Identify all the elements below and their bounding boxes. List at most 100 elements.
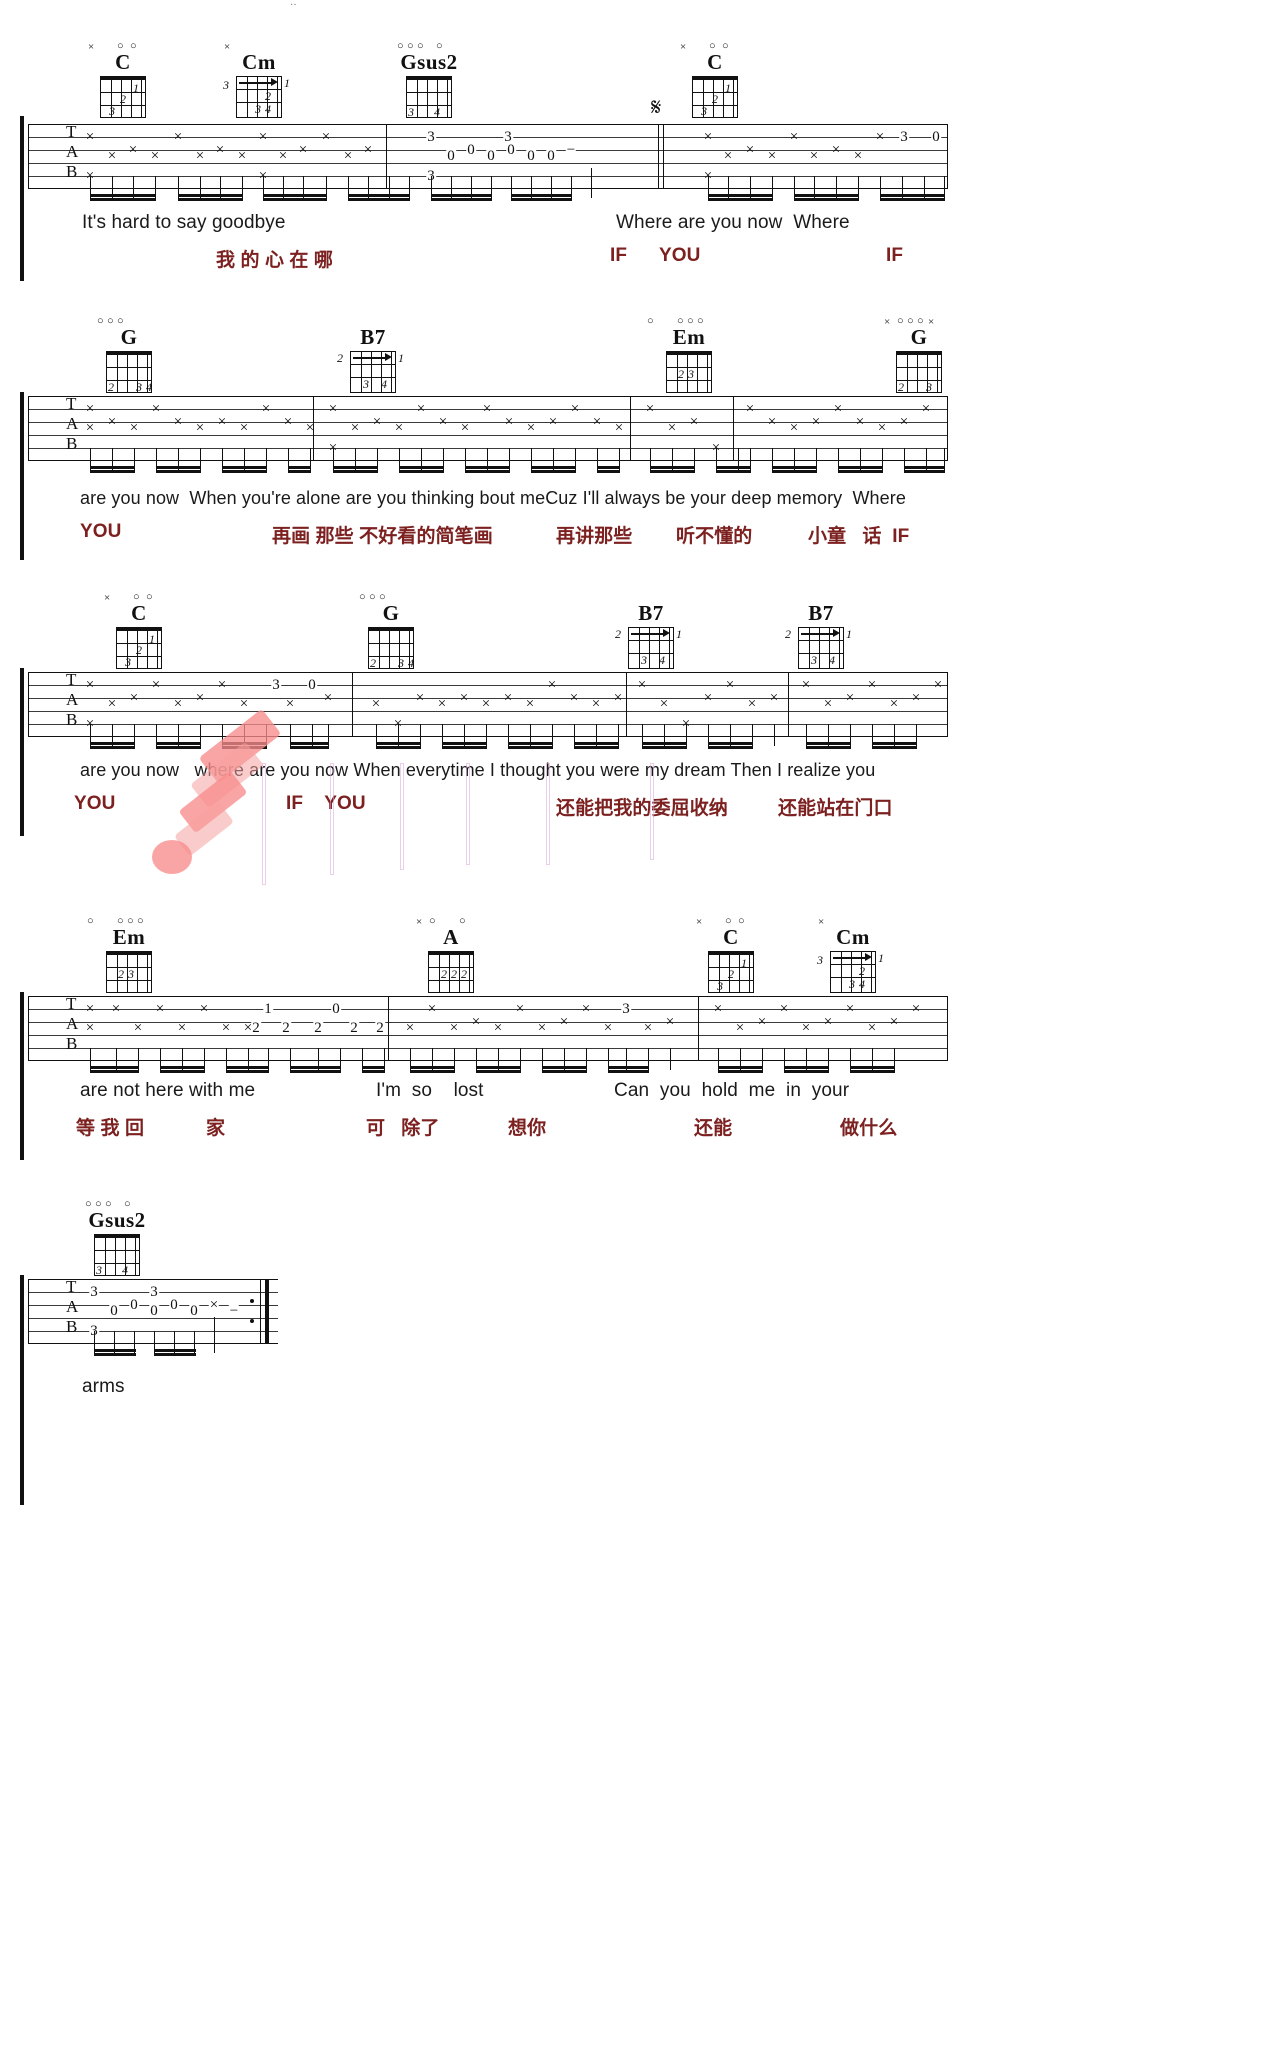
system-2: G ○ ○ ○ 2 3 4 B7 2 1 3 4 Em ○ ○ ○ ○ 2 3 … xyxy=(0,272,1280,572)
chord-open-marks: × xyxy=(224,41,231,53)
tab-staff-2: TAB × × × × × × × × × × × × × × × × × × … xyxy=(28,394,949,473)
chord-name: Em xyxy=(672,325,706,349)
segno-icon: 𝄋 xyxy=(651,95,662,121)
chord-grid: 1 2 3 xyxy=(116,627,162,669)
chord-open-marks: ○ ○ ○ xyxy=(359,591,386,603)
chord-grid: 2 1 3 4 xyxy=(337,351,404,393)
chord-diagram-gsus2-2: Gsus2 ○ ○ ○ ○ 3 4 xyxy=(85,1199,148,1276)
system-4: Em ○ ○ ○ ○ 2 3 A × ○ ○ 2 2 2 C × ○ ○ 1 2… xyxy=(0,872,1280,1192)
chord-open-marks: × ○ ○ ○ × xyxy=(884,315,935,328)
system-5: Gsus2 ○ ○ ○ ○ 3 4 TAB 3 0 0 3 0 0 0 × − … xyxy=(0,1180,1280,1505)
system-3: C × ○ ○ 1 2 3 G ○ ○ ○ 2 3 4 B7 2 1 3 4 B… xyxy=(0,548,1280,888)
chord-name: C xyxy=(723,925,739,949)
lyric-line-en: It's hard to say goodbye xyxy=(82,212,286,233)
chord-diagram-em-2: Em ○ ○ ○ ○ 2 3 xyxy=(87,916,160,993)
chord-name: G xyxy=(910,325,928,349)
chord-open-marks: × ○ ○ xyxy=(696,915,745,928)
chord-diagram-c: C × ○ ○ 1 2 3 xyxy=(88,41,154,118)
tab-clef: TAB xyxy=(66,394,79,453)
lyric-line-cn: 还能 xyxy=(694,1118,733,1139)
chord-diagram-b7: B7 2 1 3 4 xyxy=(337,325,404,393)
lyric-line-en: Can you hold me in your xyxy=(614,1080,850,1101)
tab-staff-3: TAB × × × × × × × × × 3 0 × × × × × × × … xyxy=(28,670,949,749)
chord-diagram-g-3: G ○ ○ ○ 2 3 4 xyxy=(359,592,422,669)
system-1: C × ○ ○ 1 2 3 Cm × 3 1 2 3 4 Gsus2 ○ ○ ○… xyxy=(0,0,1280,300)
chord-open-marks: × ○ ○ xyxy=(88,40,137,53)
chord-name: Cm xyxy=(836,925,870,949)
repeat-dot xyxy=(250,1319,254,1323)
chord-open-marks: ○ ○ ○ ○ xyxy=(397,40,443,52)
chord-diagram-cm: Cm × 3 1 2 3 4 xyxy=(223,42,290,118)
lyric-line-cn: 再画 那些 不好看的简笔画 xyxy=(272,526,493,547)
lyric-line-en: are not here with me xyxy=(80,1080,256,1101)
ghost-staff-artifact xyxy=(400,763,404,870)
chord-grid: 2 3 xyxy=(896,351,942,393)
repeat-dot xyxy=(250,1299,254,1303)
lyric-line-cn: 想你 xyxy=(508,1118,547,1139)
chord-open-marks: × ○ ○ xyxy=(104,591,153,604)
chord-grid: 2 1 3 4 xyxy=(615,627,682,669)
lyric-line-cn: 家 xyxy=(206,1118,226,1139)
chord-base-fret: 3 xyxy=(223,78,229,92)
tab-staff-5: TAB 3 0 0 3 0 0 0 × − 3 xyxy=(28,1277,278,1356)
chord-name: Cm xyxy=(242,50,276,74)
lyric-line-cn: 还能把我的委屈收纳 xyxy=(556,798,728,819)
chord-name: B7 xyxy=(638,601,664,625)
chord-grid: 3 4 xyxy=(94,1234,140,1276)
chord-grid: 2 3 4 xyxy=(368,627,414,669)
chord-grid: 1 2 3 xyxy=(100,76,146,118)
chord-grid: 2 3 xyxy=(666,351,712,393)
lyric-line-cn: YOU xyxy=(74,793,116,814)
chord-name: Gsus2 xyxy=(88,1208,146,1232)
chord-diagram-gsus2: Gsus2 ○ ○ ○ ○ 3 4 xyxy=(397,41,460,118)
chord-name: A xyxy=(443,925,459,949)
chord-name: C xyxy=(707,50,723,74)
ghost-staff-artifact xyxy=(330,763,334,875)
lyric-line-en: I'm so lost xyxy=(376,1080,484,1101)
lyric-line-cn: 我 的 心 在 哪 xyxy=(216,250,334,271)
chord-name: G xyxy=(120,325,138,349)
chord-grid: 1 2 3 xyxy=(692,76,738,118)
chord-diagram-g: G ○ ○ ○ 2 3 4 xyxy=(97,316,160,393)
lyric-line-cn: IF YOU xyxy=(286,793,366,814)
chord-open-marks: ○ ○ ○ ○ xyxy=(85,1198,131,1210)
tab-staff-4: TAB × × × × × × × × 1 0 2 2 2 2 2 × × × … xyxy=(28,994,949,1073)
ghost-staff-artifact xyxy=(546,763,550,865)
chord-diagram-cm-2: Cm × 3 1 2 3 4 xyxy=(817,917,884,993)
chord-diagram-b7-3: B7 2 1 3 4 xyxy=(785,603,852,669)
chord-grid: 2 3 xyxy=(106,951,152,993)
chord-grid: 2 3 4 xyxy=(106,351,152,393)
ghost-staff-artifact xyxy=(466,763,470,865)
chord-diagram-c-4: C × ○ ○ 1 2 3 xyxy=(696,916,762,993)
chord-name: B7 xyxy=(360,325,386,349)
lyric-line-cn: 等 我 回 xyxy=(76,1118,145,1139)
highlight-artifact xyxy=(152,840,192,874)
chord-open-marks: ○ ○ ○ ○ xyxy=(87,915,144,927)
chord-grid: 1 2 3 xyxy=(708,951,754,993)
chord-grid: 1 2 3 4 xyxy=(830,951,884,993)
chord-name: C xyxy=(115,50,131,74)
chord-grid: 1 2 3 4 xyxy=(236,76,290,118)
chord-diagram-b7-2: B7 2 1 3 4 xyxy=(615,601,682,669)
chord-diagram-c-3: C × ○ ○ 1 2 3 xyxy=(104,592,170,669)
lyric-line-cn: 听不懂的 xyxy=(676,526,753,547)
chord-grid: 3 4 xyxy=(406,76,452,118)
tab-clef: TAB xyxy=(66,1277,79,1336)
chord-open-marks: × xyxy=(818,916,825,928)
lyric-line-cn: IF YOU xyxy=(610,245,701,266)
chord-open-marks: × ○ ○ xyxy=(680,40,729,53)
chord-name: Gsus2 xyxy=(400,50,458,74)
tab-clef: TAB xyxy=(66,670,79,729)
lyric-line-en: are you now When you're alone are you th… xyxy=(80,488,906,508)
chord-diagram-g-2: G × ○ ○ ○ × 2 3 xyxy=(884,316,950,393)
chord-base-fret: 3 xyxy=(817,953,823,967)
chord-diagram-em: Em ○ ○ ○ ○ 2 3 xyxy=(647,316,720,393)
chord-open-marks: ○ ○ ○ xyxy=(97,315,124,327)
lyric-line-cn: IF xyxy=(886,245,904,266)
chord-name: Em xyxy=(112,925,146,949)
ghost-staff-artifact xyxy=(262,763,266,885)
chord-open-marks: × ○ ○ xyxy=(416,915,466,928)
ghost-staff-artifact xyxy=(650,763,654,860)
tablature-sheet: ·· C × ○ ○ 1 2 3 Cm × 3 1 2 3 4 Gsus2 ○ … xyxy=(0,0,1280,2050)
lyric-line-cn: YOU xyxy=(80,521,122,542)
